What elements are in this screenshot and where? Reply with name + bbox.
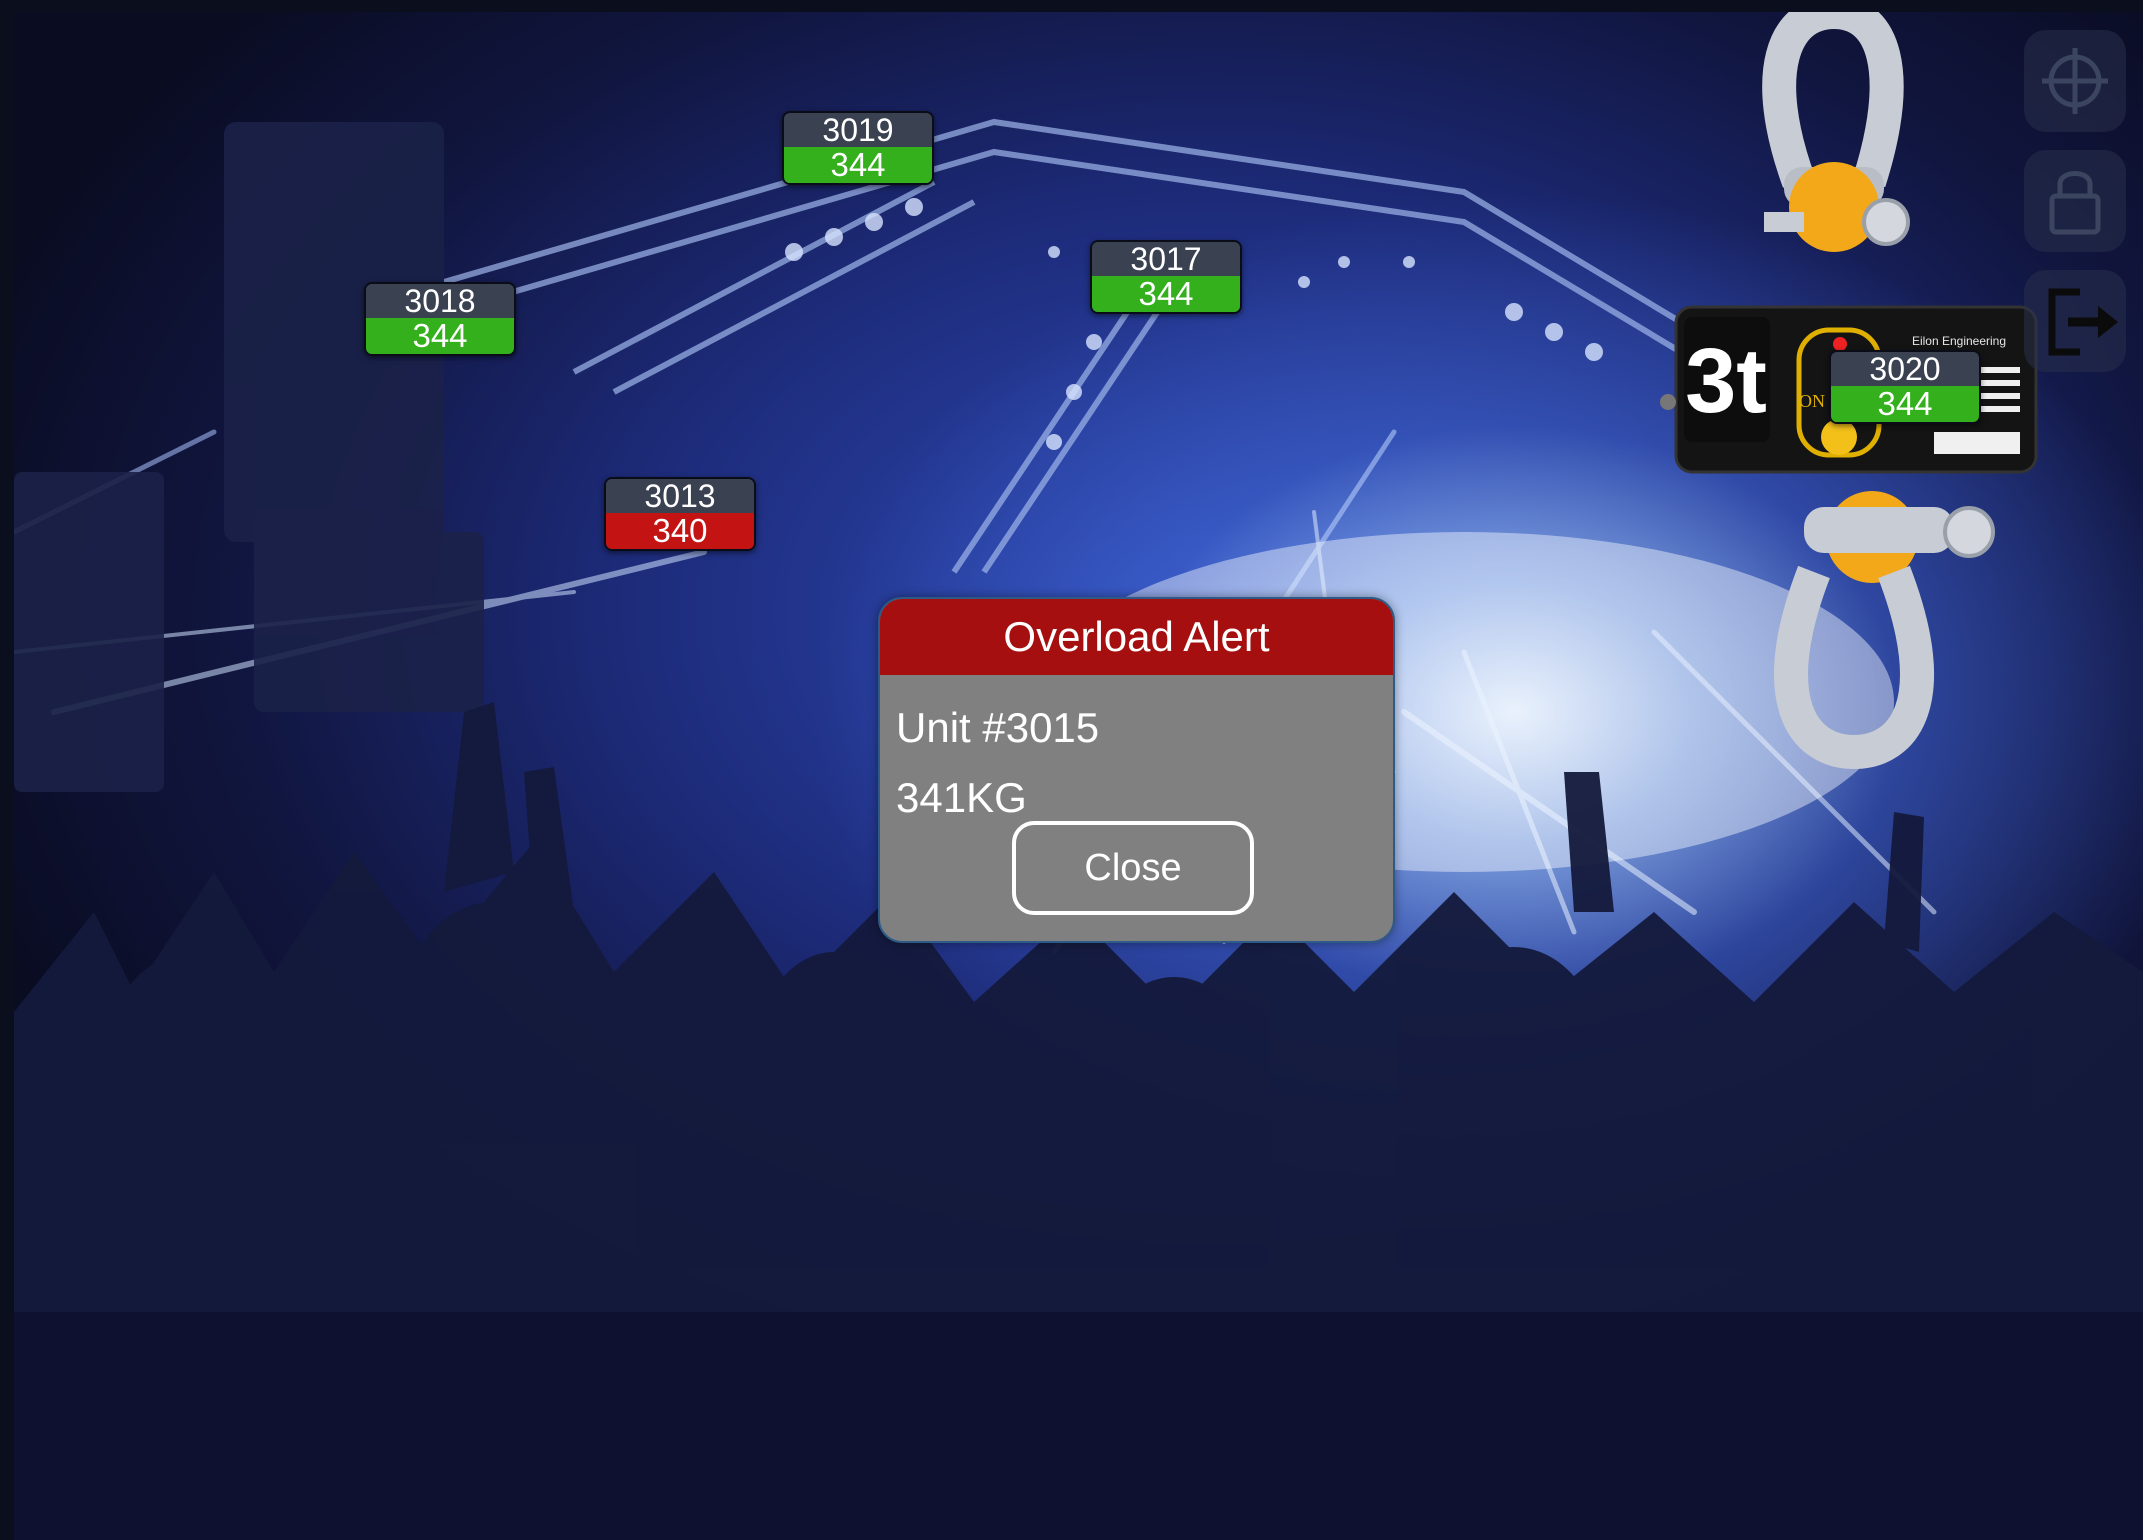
speaker-array [14,122,484,792]
unit-load-value: 340 [606,513,754,549]
unit-load-value: 344 [1092,276,1240,312]
unit-id: 3018 [366,284,514,318]
venue-view: 3t ON Eilon Engineering 3019 344 3018 34… [14,12,2143,1540]
alert-weight-line: 341KG [896,774,1027,821]
crosshair-icon [2042,48,2108,114]
unit-id: 3017 [1092,242,1240,276]
unit-tag-3019[interactable]: 3019 344 [782,111,934,185]
lock-button[interactable] [2024,150,2126,252]
unit-load-value: 344 [784,147,932,183]
logout-icon [2048,288,2118,356]
unit-id: 3020 [1831,352,1979,386]
close-button[interactable]: Close [1012,821,1254,915]
recenter-button[interactable] [2024,30,2126,132]
unit-tag-3018[interactable]: 3018 344 [364,282,516,356]
alert-title: Overload Alert [880,599,1393,675]
capacity-label: 3t [1685,330,1767,432]
alert-unit-line: Unit #3015 [896,704,1100,751]
logout-button[interactable] [2024,270,2126,372]
unit-load-value: 344 [366,318,514,354]
unit-id: 3019 [784,113,932,147]
unit-id: 3013 [606,479,754,513]
on-label: ON [1799,391,1825,411]
lock-icon [2049,171,2101,235]
brand-text: Eilon Engineering [1912,334,2006,348]
unit-tag-3020[interactable]: 3020 344 [1829,350,1981,424]
overload-alert-dialog: Overload Alert Unit #3015 341KG Close [878,597,1395,943]
unit-load-value: 344 [1831,386,1979,422]
unit-tag-3013[interactable]: 3013 340 [604,477,756,551]
unit-tag-3017[interactable]: 3017 344 [1090,240,1242,314]
